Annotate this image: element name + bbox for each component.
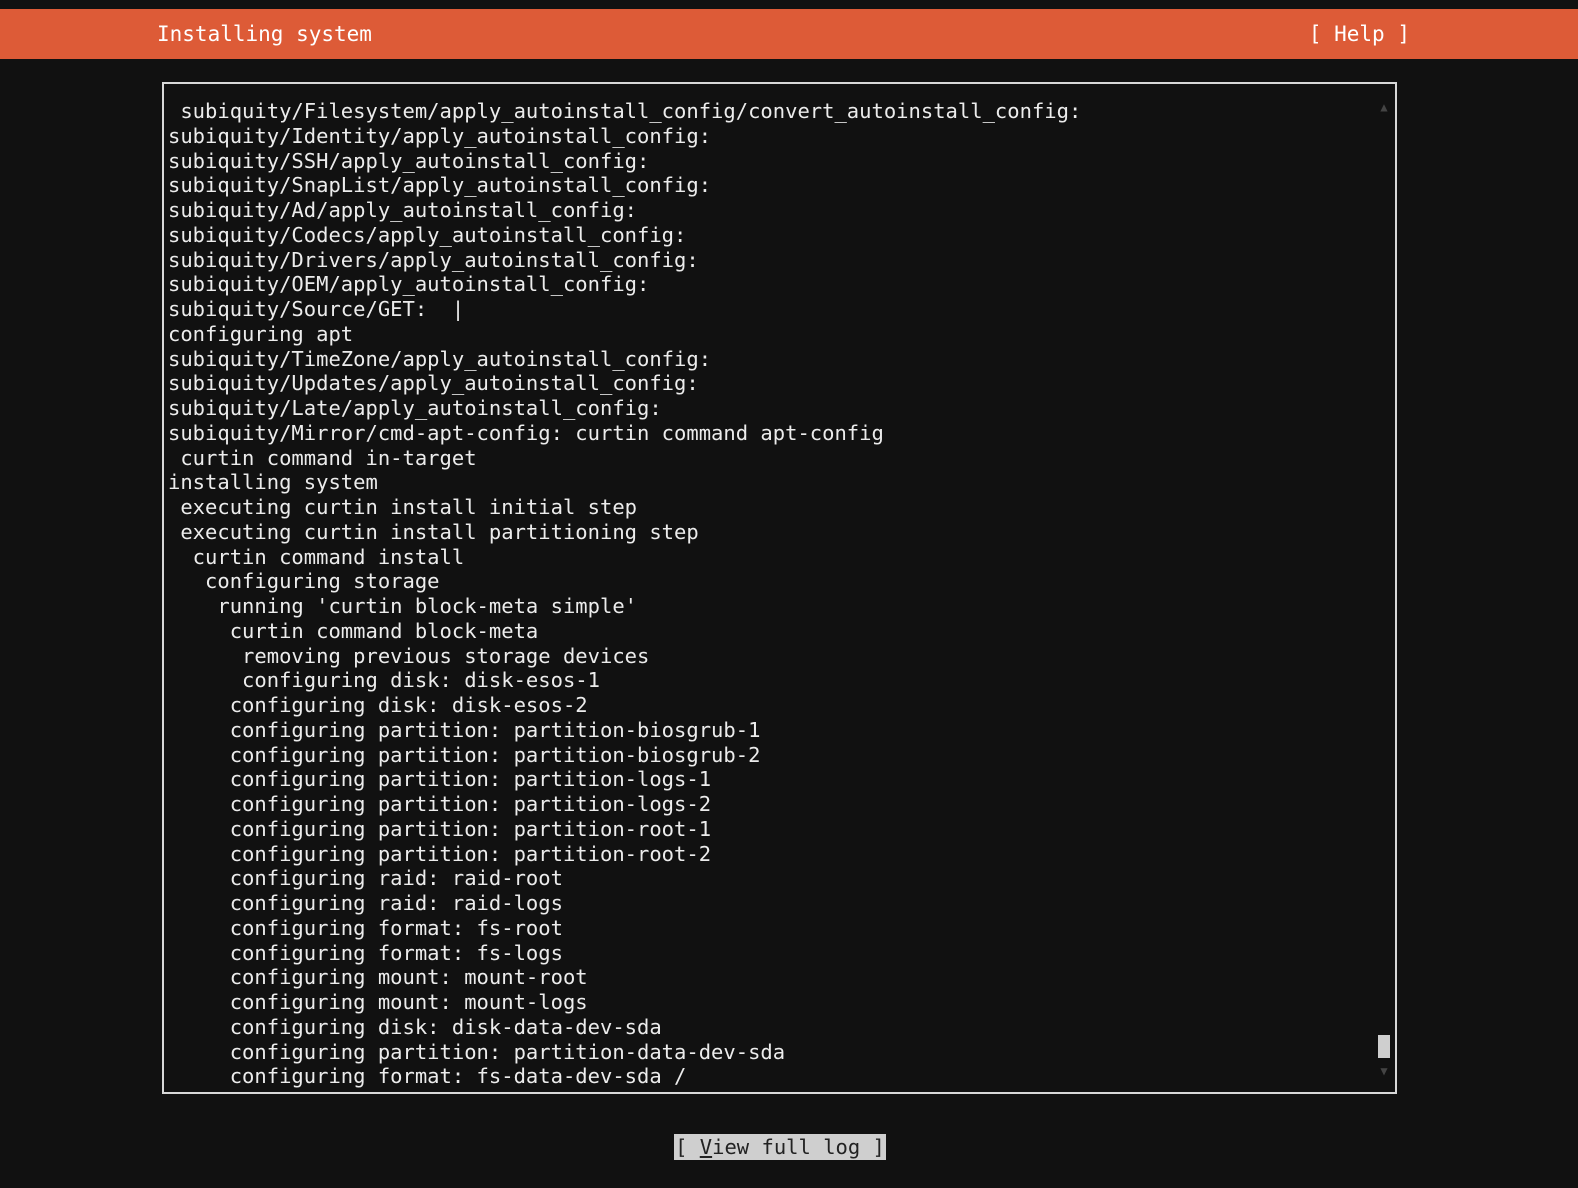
log-line: subiquity/Drivers/apply_autoinstall_conf… <box>168 247 699 272</box>
help-button[interactable]: [ Help ] <box>1309 22 1410 46</box>
log-line: subiquity/Mirror/cmd-apt-config: curtin … <box>168 420 884 445</box>
log-line: configuring partition: partition-biosgru… <box>168 717 761 742</box>
top-strip <box>0 0 1578 9</box>
log-line: configuring mount: mount-root <box>168 965 588 990</box>
log-line: configuring partition: partition-data-de… <box>168 1039 786 1064</box>
view-log-label: iew full log ] <box>712 1135 885 1159</box>
install-log-panel[interactable]: subiquity/Filesystem/apply_autoinstall_c… <box>162 82 1397 1094</box>
log-line: configuring storage <box>168 569 440 594</box>
log-line: subiquity/Ad/apply_autoinstall_config: <box>168 198 637 222</box>
log-line: running 'curtin block-meta simple' <box>168 594 637 618</box>
log-line: curtin command in-target <box>168 445 477 470</box>
page-title: Installing system <box>157 22 372 46</box>
log-line: configuring partition: partition-root-2 <box>168 841 712 866</box>
log-line: curtin command install <box>168 544 465 569</box>
log-scrollbar[interactable]: ▲ ▼ <box>1377 98 1391 1078</box>
log-line: configuring format: fs-data-dev-sda / <box>168 1064 687 1089</box>
scroll-thumb[interactable] <box>1378 1035 1390 1058</box>
log-line: subiquity/Codecs/apply_autoinstall_confi… <box>168 222 687 247</box>
log-line: curtin command block-meta <box>168 618 539 643</box>
log-line: configuring partition: partition-root-1 <box>168 816 712 841</box>
log-line: configuring partition: partition-logs-1 <box>168 767 712 792</box>
scroll-up-icon[interactable]: ▲ <box>1377 100 1391 114</box>
log-line: subiquity/Updates/apply_autoinstall_conf… <box>168 371 699 396</box>
log-output: subiquity/Filesystem/apply_autoinstall_c… <box>168 99 1368 1089</box>
view-log-prefix: [ <box>675 1135 700 1159</box>
log-line: configuring disk: disk-esos-1 <box>168 668 600 693</box>
log-line: configuring format: fs-logs <box>168 940 563 965</box>
log-line: configuring partition: partition-biosgru… <box>168 742 761 767</box>
scroll-down-icon[interactable]: ▼ <box>1377 1064 1391 1078</box>
log-line: subiquity/SSH/apply_autoinstall_config: <box>168 148 650 173</box>
log-line: executing curtin install initial step <box>168 495 637 519</box>
log-line: removing previous storage devices <box>168 643 650 668</box>
log-line: subiquity/Filesystem/apply_autoinstall_c… <box>168 99 1082 123</box>
log-line: configuring format: fs-root <box>168 915 563 940</box>
log-line: configuring partition: partition-logs-2 <box>168 792 712 816</box>
log-line: installing system <box>168 470 378 495</box>
log-line: configuring disk: disk-esos-2 <box>168 693 588 717</box>
view-full-log-button[interactable]: [ View full log ] <box>674 1134 886 1160</box>
view-log-hotkey: V <box>699 1135 713 1159</box>
log-line: subiquity/Source/GET: | <box>168 297 465 321</box>
log-line: configuring mount: mount-logs <box>168 990 588 1014</box>
log-line: subiquity/OEM/apply_autoinstall_config: <box>168 272 650 297</box>
log-line: subiquity/SnapList/apply_autoinstall_con… <box>168 173 712 198</box>
log-line: configuring raid: raid-logs <box>168 891 563 915</box>
log-line: configuring raid: raid-root <box>168 866 563 891</box>
log-line: configuring disk: disk-data-dev-sda <box>168 1014 662 1039</box>
log-line: subiquity/TimeZone/apply_autoinstall_con… <box>168 346 712 371</box>
log-line: configuring apt <box>168 321 354 346</box>
log-line: executing curtin install partitioning st… <box>168 519 699 544</box>
log-line: subiquity/Late/apply_autoinstall_config: <box>168 396 662 420</box>
log-line: subiquity/Identity/apply_autoinstall_con… <box>168 123 712 148</box>
title-bar: Installing system [ Help ] <box>0 9 1578 59</box>
